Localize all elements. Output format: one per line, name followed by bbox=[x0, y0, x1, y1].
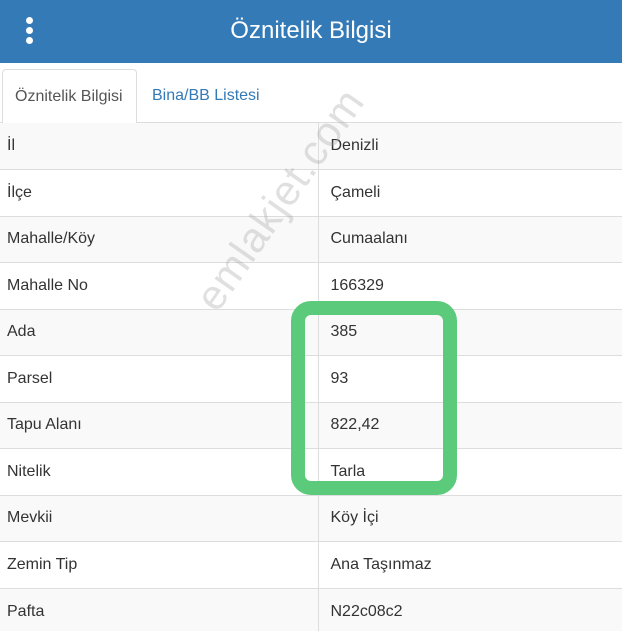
table-row: Nitelik Tarla bbox=[0, 448, 622, 495]
attribute-value: 166329 bbox=[317, 262, 622, 309]
attribute-key: Zemin Tip bbox=[0, 541, 318, 588]
attribute-key: Tapu Alanı bbox=[0, 401, 318, 449]
header-bar: Öznitelik Bilgisi bbox=[0, 0, 622, 63]
attribute-key: Mevkii bbox=[0, 494, 318, 542]
attribute-value: Denizli bbox=[317, 123, 622, 170]
attribute-key: Parsel bbox=[0, 355, 318, 402]
table-row: Mevkii Köy İçi bbox=[0, 494, 622, 542]
attribute-value: 385 bbox=[317, 308, 622, 356]
table-row: Mahalle No 166329 bbox=[0, 262, 622, 309]
attribute-key: İlçe bbox=[0, 169, 318, 216]
attribute-key: Mahalle/Köy bbox=[0, 215, 318, 263]
table-row: Tapu Alanı 822,42 bbox=[0, 401, 622, 449]
attribute-value: 822,42 bbox=[317, 401, 622, 449]
attribute-value: N22c08c2 bbox=[317, 587, 622, 631]
table-row: Parsel 93 bbox=[0, 355, 622, 402]
table-row: İlçe Çameli bbox=[0, 169, 622, 216]
tab-attribute-info[interactable]: Öznitelik Bilgisi bbox=[2, 69, 137, 124]
app-window: Öznitelik Bilgisi Öznitelik Bilgisi Bina… bbox=[0, 0, 622, 631]
table-row: Ada 385 bbox=[0, 308, 622, 356]
table-row: Mahalle/Köy Cumaalanı bbox=[0, 215, 622, 263]
attribute-table: İl Denizli İlçe Çameli Mahalle/Köy Cumaa… bbox=[0, 123, 622, 631]
attribute-key: Pafta bbox=[0, 587, 318, 631]
attribute-value: Ana Taşınmaz bbox=[317, 541, 622, 588]
attribute-value: 93 bbox=[317, 355, 622, 402]
attribute-value: Tarla bbox=[317, 448, 622, 495]
attribute-key: Ada bbox=[0, 308, 318, 356]
attribute-value: Cumaalanı bbox=[317, 215, 622, 263]
attribute-value: Çameli bbox=[317, 169, 622, 216]
tab-bar: Öznitelik Bilgisi Bina/BB Listesi bbox=[0, 63, 622, 124]
page-title: Öznitelik Bilgisi bbox=[230, 17, 392, 44]
attribute-key: Mahalle No bbox=[0, 262, 318, 309]
table-row: Pafta N22c08c2 bbox=[0, 587, 622, 631]
table-row: Zemin Tip Ana Taşınmaz bbox=[0, 541, 622, 588]
attribute-value: Köy İçi bbox=[317, 494, 622, 542]
table-row: İl Denizli bbox=[0, 123, 622, 170]
tab-building-list[interactable]: Bina/BB Listesi bbox=[140, 69, 272, 123]
attribute-key: İl bbox=[0, 123, 318, 170]
attribute-key: Nitelik bbox=[0, 448, 318, 495]
